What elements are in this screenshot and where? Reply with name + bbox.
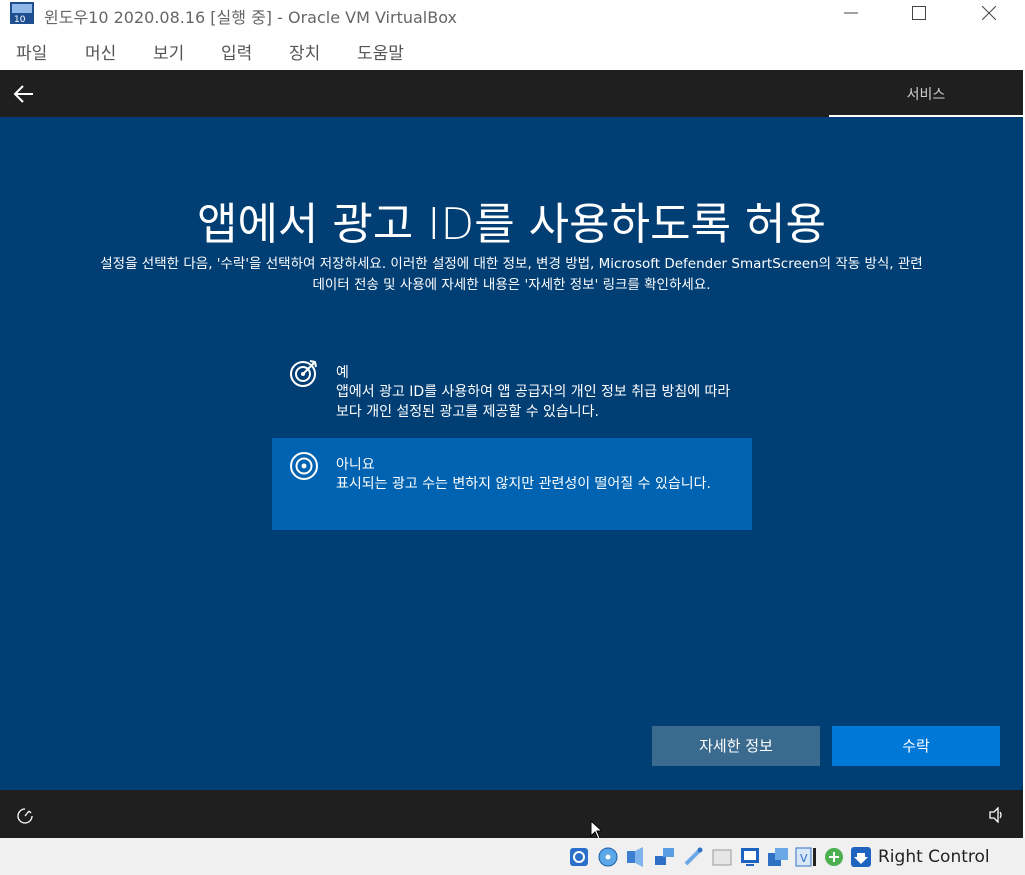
maximize-button[interactable] (896, 0, 942, 28)
target-icon (289, 450, 319, 480)
virtualization-icon[interactable]: V (795, 846, 817, 868)
optical-drive-icon[interactable] (597, 846, 619, 868)
mouse-cursor-icon (590, 819, 604, 840)
page-title: 앱에서 광고 ID를 사용하도록 허용 (196, 199, 827, 250)
menu-input[interactable]: 입력 (221, 39, 252, 64)
back-button[interactable] (10, 82, 38, 106)
menu-devices[interactable]: 장치 (289, 39, 320, 64)
option-yes-title: 예 (336, 365, 349, 381)
menu-file[interactable]: 파일 (16, 39, 47, 64)
ease-of-access-icon[interactable] (16, 807, 34, 825)
shared-folder-icon[interactable] (711, 846, 733, 868)
page-subtitle: 설정을 선택한 다음, '수락'을 선택하여 저장하세요. 이러한 설정에 대한… (40, 254, 983, 296)
keyboard-capture-icon[interactable] (850, 846, 872, 868)
maximize-icon (912, 6, 926, 20)
host-key-label: Right Control (878, 847, 990, 867)
option-yes-description: 앱에서 광고 ID를 사용하여 앱 공급자의 개인 정보 취급 방침에 따라 보… (336, 384, 731, 420)
accept-button[interactable]: 수락 (832, 726, 1000, 766)
mouse-integration-icon[interactable] (823, 846, 845, 868)
close-icon (982, 6, 996, 20)
subtitle-line-2: 데이터 전송 및 사용에 자세한 내용은 '자세한 정보' 링크를 확인하세요. (312, 277, 711, 293)
menu-help[interactable]: 도움말 (357, 39, 404, 64)
step-underline (829, 115, 1023, 117)
vm-screen[interactable]: 서비스 앱에서 광고 ID를 사용하도록 허용 설정을 선택한 다음, '수락'… (0, 70, 1023, 838)
option-no-selected[interactable]: 아니요 표시되는 광고 수는 변하지 않지만 관련성이 떨어질 수 있습니다. (272, 438, 752, 530)
option-no-description: 표시되는 광고 수는 변하지 않지만 관련성이 떨어질 수 있습니다. (336, 476, 711, 492)
minimize-icon (844, 12, 858, 14)
volume-icon[interactable] (988, 806, 1006, 824)
svg-text:V: V (800, 852, 808, 865)
oobe-topbar: 서비스 (0, 70, 1023, 117)
option-yes[interactable]: 예 앱에서 광고 ID를 사용하여 앱 공급자의 개인 정보 취급 방침에 따라… (272, 346, 752, 426)
close-button[interactable] (966, 0, 1012, 28)
usb-icon[interactable] (682, 846, 704, 868)
window-title: 윈도우10 2020.08.16 [실행 중] - Oracle VM Virt… (44, 8, 457, 27)
vbox-statusbar: V Right Control (0, 838, 1025, 875)
menu-machine[interactable]: 머신 (85, 39, 116, 64)
harddisk-icon[interactable] (568, 846, 590, 868)
network-icon[interactable] (654, 846, 676, 868)
svg-text:10: 10 (14, 15, 26, 24)
window-titlebar: 10 윈도우10 2020.08.16 [실행 중] - Oracle VM V… (0, 0, 1025, 28)
step-label: 서비스 (906, 87, 946, 103)
subtitle-line-1: 설정을 선택한 다음, '수락'을 선택하여 저장하세요. 이러한 설정에 대한… (100, 256, 923, 272)
video-capture-icon[interactable] (767, 846, 789, 868)
minimize-button[interactable] (828, 0, 874, 28)
oobe-bottombar (0, 790, 1023, 838)
learn-more-button[interactable]: 자세한 정보 (652, 726, 820, 766)
audio-icon[interactable] (625, 846, 647, 868)
menu-view[interactable]: 보기 (153, 39, 184, 64)
virtualbox-app-icon: 10 (10, 2, 34, 25)
target-arrow-icon (289, 358, 319, 388)
display-icon[interactable] (739, 846, 761, 868)
step-services-tab: 서비스 (829, 70, 1023, 117)
option-no-title: 아니요 (336, 457, 375, 473)
back-arrow-icon (13, 85, 33, 103)
menu-bar: 파일 머신 보기 입력 장치 도움말 (0, 30, 1025, 70)
